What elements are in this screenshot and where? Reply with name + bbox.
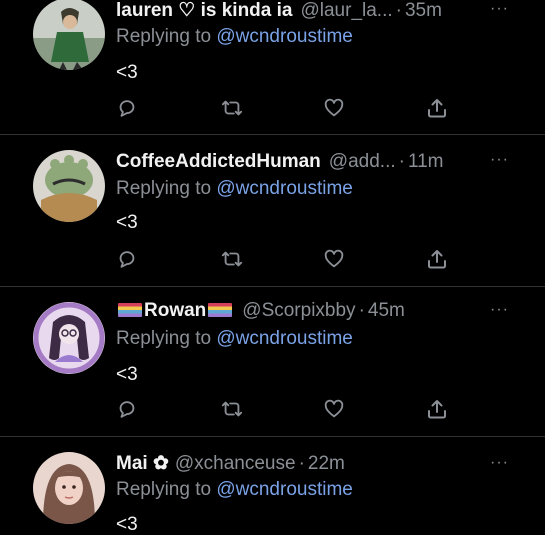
tweet-text: <3 <box>116 364 138 385</box>
pride-flag-icon <box>208 303 233 317</box>
share-icon <box>428 400 446 419</box>
replying-to: Replying to @wcndroustime <box>116 26 353 48</box>
replying-to-link[interactable]: @wcndroustime <box>216 178 353 199</box>
reply-button[interactable] <box>112 93 142 123</box>
display-name[interactable]: Mai ✿ <box>116 452 169 475</box>
share-button[interactable] <box>422 93 452 123</box>
like-icon <box>324 249 344 268</box>
reply-button[interactable] <box>112 394 142 424</box>
avatar[interactable] <box>33 302 105 374</box>
retweet-button[interactable] <box>217 244 247 274</box>
replying-to: Replying to @wcndroustime <box>116 328 353 350</box>
replying-to-link[interactable]: @wcndroustime <box>216 26 353 47</box>
reply-icon <box>119 251 135 268</box>
reply-tweet[interactable]: CoffeeAddictedHuman @add... · 11m ··· Re… <box>0 134 545 286</box>
display-name-text: Rowan <box>144 300 207 321</box>
pride-flag-icon <box>118 303 142 317</box>
tweet-header: lauren ♡ is kinda ia @laur_la... · 35m <box>116 0 505 22</box>
tweet-text: <3 <box>116 62 138 83</box>
reply-tweet[interactable]: lauren ♡ is kinda ia @laur_la... · 35m ·… <box>0 0 545 134</box>
timestamp[interactable]: 35m <box>405 0 442 22</box>
share-icon <box>428 99 446 118</box>
replying-to-link[interactable]: @wcndroustime <box>216 328 353 349</box>
reply-tweet[interactable]: Mai ✿ @xchanceuse · 22m ··· Replying to … <box>0 436 545 535</box>
more-options-icon[interactable]: ··· <box>490 0 509 18</box>
tweet-header: CoffeeAddictedHuman @add... · 11m <box>116 151 505 173</box>
replying-prefix: Replying to <box>116 328 217 349</box>
more-options-icon[interactable]: ··· <box>490 454 509 472</box>
separator: · <box>298 453 305 474</box>
like-button[interactable] <box>319 93 349 123</box>
like-icon <box>324 399 344 418</box>
reply-icon <box>119 401 135 418</box>
avatar[interactable] <box>33 452 105 524</box>
replying-to-link[interactable]: @wcndroustime <box>216 479 353 500</box>
more-options-icon[interactable]: ··· <box>490 151 509 169</box>
action-bar <box>0 244 545 274</box>
reply-icon <box>119 100 135 117</box>
tweet-text: <3 <box>116 212 138 233</box>
display-name[interactable]: CoffeeAddictedHuman <box>116 151 321 173</box>
separator: · <box>395 0 402 21</box>
tweet-text: <3 <box>116 514 138 535</box>
replying-prefix: Replying to <box>116 479 217 500</box>
display-name[interactable]: lauren ♡ is kinda ia <box>116 0 292 22</box>
handle[interactable]: @add... <box>329 151 396 173</box>
replying-prefix: Replying to <box>116 26 217 47</box>
retweet-button[interactable] <box>217 93 247 123</box>
retweet-icon <box>221 251 243 267</box>
reply-feed: lauren ♡ is kinda ia @laur_la... · 35m ·… <box>0 0 545 535</box>
timestamp[interactable]: 11m <box>408 151 444 173</box>
retweet-icon <box>221 401 243 417</box>
action-bar <box>0 93 545 123</box>
retweet-button[interactable] <box>217 394 247 424</box>
retweet-icon <box>221 100 243 116</box>
share-icon <box>428 250 446 269</box>
tweet-header: Mai ✿ @xchanceuse · 22m <box>116 452 505 475</box>
action-bar <box>0 394 545 424</box>
handle[interactable]: @xchanceuse <box>175 453 296 475</box>
like-icon <box>324 98 344 117</box>
separator: · <box>358 300 365 321</box>
reply-button[interactable] <box>112 244 142 274</box>
tweet-header: Rowan @Scorpixbby · 45m <box>116 300 505 322</box>
handle[interactable]: @laur_la... <box>300 0 392 22</box>
timestamp[interactable]: 22m <box>308 453 345 475</box>
replying-to: Replying to @wcndroustime <box>116 479 353 501</box>
timestamp[interactable]: 45m <box>368 300 405 322</box>
like-button[interactable] <box>319 244 349 274</box>
reply-tweet[interactable]: Rowan @Scorpixbby · 45m ··· Replying to … <box>0 286 545 436</box>
separator: · <box>398 151 405 172</box>
share-button[interactable] <box>422 394 452 424</box>
avatar[interactable] <box>33 0 105 70</box>
handle[interactable]: @Scorpixbby <box>242 300 355 322</box>
replying-to: Replying to @wcndroustime <box>116 178 353 200</box>
like-button[interactable] <box>319 394 349 424</box>
avatar[interactable] <box>33 150 105 222</box>
replying-prefix: Replying to <box>116 178 217 199</box>
display-name[interactable]: Rowan <box>116 300 234 322</box>
more-options-icon[interactable]: ··· <box>490 301 509 319</box>
share-button[interactable] <box>422 244 452 274</box>
